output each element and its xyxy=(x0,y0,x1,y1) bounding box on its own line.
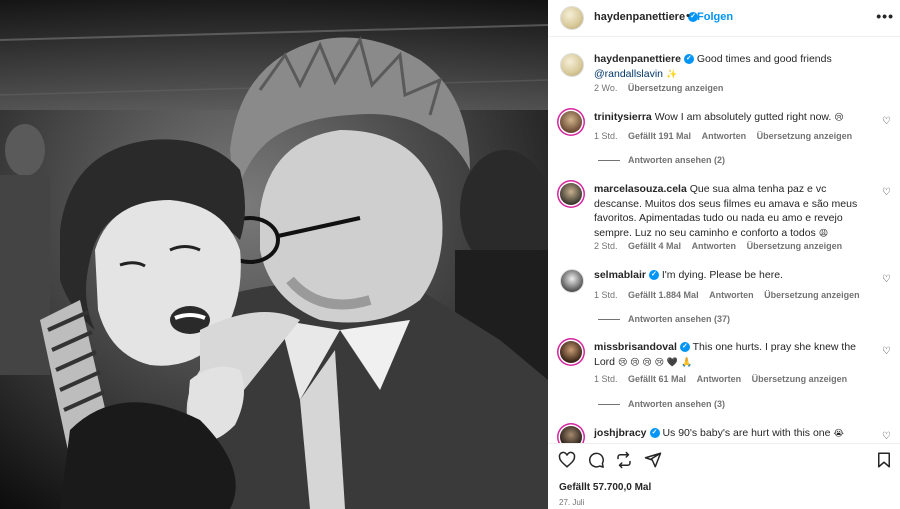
comment-text-block: marcelasouza.cela Que sua alma tenha paz… xyxy=(594,182,874,241)
caption-age: 2 Wo. xyxy=(594,83,618,93)
comment-time: 1 Std. xyxy=(594,374,618,384)
comment-time: 1 Std. xyxy=(594,290,618,300)
comment-text-block: missbrisandoval ✓ This one hurts. I pray … xyxy=(594,340,874,370)
comment-translate-link[interactable]: Übersetzung anzeigen xyxy=(757,131,853,141)
comment-likes[interactable]: Gefällt 61 Mal xyxy=(628,374,686,384)
comment-text-block: joshjbracy ✓ Us 90's baby's are hurt with… xyxy=(594,426,874,442)
comment-like-heart-icon[interactable]: ♡ xyxy=(882,275,892,285)
caption-mention[interactable]: @randallslavin xyxy=(594,68,663,80)
comment-text-block: trinitysierra Wow I am absolutely gutted… xyxy=(594,110,874,126)
comment-time: 2 Std. xyxy=(594,241,618,251)
comment-like-heart-icon[interactable]: ♡ xyxy=(882,432,892,442)
view-replies-label[interactable]: Antworten ansehen (2) xyxy=(628,155,725,165)
post-header: haydenpanettiere ✓ • Folgen ••• xyxy=(548,0,900,37)
comment-avatar[interactable] xyxy=(560,111,582,133)
caption-text: Good times and good friends xyxy=(696,53,832,65)
heart-icon[interactable] xyxy=(558,451,576,469)
verified-icon: ✓ xyxy=(649,428,660,439)
comment-text-block: selmablair ✓ I'm dying. Please be here. xyxy=(594,268,874,283)
comment-username[interactable]: marcelasouza.cela xyxy=(594,183,687,195)
comment-like-heart-icon[interactable]: ♡ xyxy=(882,117,892,127)
view-replies-label[interactable]: Antworten ansehen (37) xyxy=(628,314,730,324)
post-detail-panel: haydenpanettiere ✓ • Folgen ••• haydenpan… xyxy=(548,0,900,509)
comment-meta: 1 Std. Gefällt 1.884 Mal Antworten Übers… xyxy=(594,290,868,300)
replies-divider xyxy=(598,318,620,320)
caption-meta: 2 Wo. Übersetzung anzeigen xyxy=(594,83,731,93)
comment-meta: 2 Std. Gefällt 4 Mal Antworten Übersetzu… xyxy=(594,241,850,251)
bookmark-icon[interactable] xyxy=(875,451,893,469)
comment-meta: 1 Std. Gefällt 191 Mal Antworten Überset… xyxy=(594,131,860,141)
comment-username[interactable]: joshjbracy xyxy=(594,427,647,439)
comment-icon[interactable] xyxy=(587,451,605,469)
verified-icon: ✓ xyxy=(683,54,694,65)
comment-likes[interactable]: Gefällt 191 Mal xyxy=(628,131,691,141)
repost-icon[interactable] xyxy=(615,451,633,469)
comment-avatar[interactable] xyxy=(560,269,584,293)
replies-divider xyxy=(598,403,620,405)
view-replies-button[interactable]: Antworten ansehen (37) xyxy=(598,314,730,324)
comments-list[interactable]: haydenpanettiere ✓ Good times and good fr… xyxy=(548,37,900,443)
comment-text: I'm dying. Please be here. xyxy=(661,269,783,281)
author-username[interactable]: haydenpanettiere ✓ xyxy=(594,11,699,23)
comment-like-heart-icon[interactable]: ♡ xyxy=(882,347,892,357)
follow-button[interactable]: Folgen xyxy=(697,11,733,23)
comment-translate-link[interactable]: Übersetzung anzeigen xyxy=(764,290,860,300)
caption: haydenpanettiere ✓ Good times and good fr… xyxy=(594,52,884,82)
more-options-icon[interactable]: ••• xyxy=(876,8,894,24)
author-avatar[interactable] xyxy=(560,6,584,30)
verified-icon: ✓ xyxy=(648,270,659,281)
comment-like-heart-icon[interactable]: ♡ xyxy=(882,188,892,198)
comment-emoji: 😩 xyxy=(818,228,829,239)
comment-reply-button[interactable]: Antworten xyxy=(692,241,737,251)
comment-username[interactable]: missbrisandoval xyxy=(594,341,677,353)
comment-translate-link[interactable]: Übersetzung anzeigen xyxy=(752,374,848,384)
post-likes-count[interactable]: Gefällt 57.700,0 Mal xyxy=(559,482,651,493)
comment-emoji: 😢 😢 😢 😢 🖤 🙏 xyxy=(617,357,693,368)
caption-translate-link[interactable]: Übersetzung anzeigen xyxy=(628,83,724,93)
replies-divider xyxy=(598,159,620,161)
separator-dot: • xyxy=(686,10,690,22)
comment-avatar[interactable] xyxy=(560,341,582,363)
comment-emoji: 😭 xyxy=(833,429,844,439)
sparkles-icon: ✨ xyxy=(665,69,678,80)
post-image xyxy=(0,0,548,509)
post-actions: Gefällt 57.700,0 Mal 27. Juli xyxy=(548,443,900,509)
post-photo[interactable] xyxy=(0,0,548,509)
verified-icon: ✓ xyxy=(679,342,690,353)
comment-avatar[interactable] xyxy=(560,426,582,443)
comment-translate-link[interactable]: Übersetzung anzeigen xyxy=(747,241,843,251)
comment-likes[interactable]: Gefällt 4 Mal xyxy=(628,241,681,251)
comment-meta: 1 Std. Gefällt 61 Mal Antworten Übersetz… xyxy=(594,374,855,384)
view-replies-button[interactable]: Antworten ansehen (2) xyxy=(598,155,725,165)
caption-username[interactable]: haydenpanettiere xyxy=(594,53,681,65)
comment-reply-button[interactable]: Antworten xyxy=(709,290,754,300)
comment-time: 1 Std. xyxy=(594,131,618,141)
comment-reply-button[interactable]: Antworten xyxy=(697,374,742,384)
comment-avatar[interactable] xyxy=(560,183,582,205)
comment-emoji: 😢 xyxy=(834,113,844,123)
comment-username[interactable]: trinitysierra xyxy=(594,111,652,123)
send-icon[interactable] xyxy=(644,451,662,469)
author-username-text[interactable]: haydenpanettiere xyxy=(594,11,685,23)
view-replies-label[interactable]: Antworten ansehen (3) xyxy=(628,399,725,409)
comment-reply-button[interactable]: Antworten xyxy=(702,131,747,141)
caption-author-avatar[interactable] xyxy=(560,53,584,77)
view-replies-button[interactable]: Antworten ansehen (3) xyxy=(598,399,725,409)
comment-username[interactable]: selmablair xyxy=(594,269,646,281)
comment-text: Us 90's baby's are hurt with this one xyxy=(662,427,831,439)
comment-text: Wow I am absolutely gutted right now. xyxy=(654,111,832,123)
comment-likes[interactable]: Gefällt 1.884 Mal xyxy=(628,290,699,300)
post-date[interactable]: 27. Juli xyxy=(559,498,584,507)
